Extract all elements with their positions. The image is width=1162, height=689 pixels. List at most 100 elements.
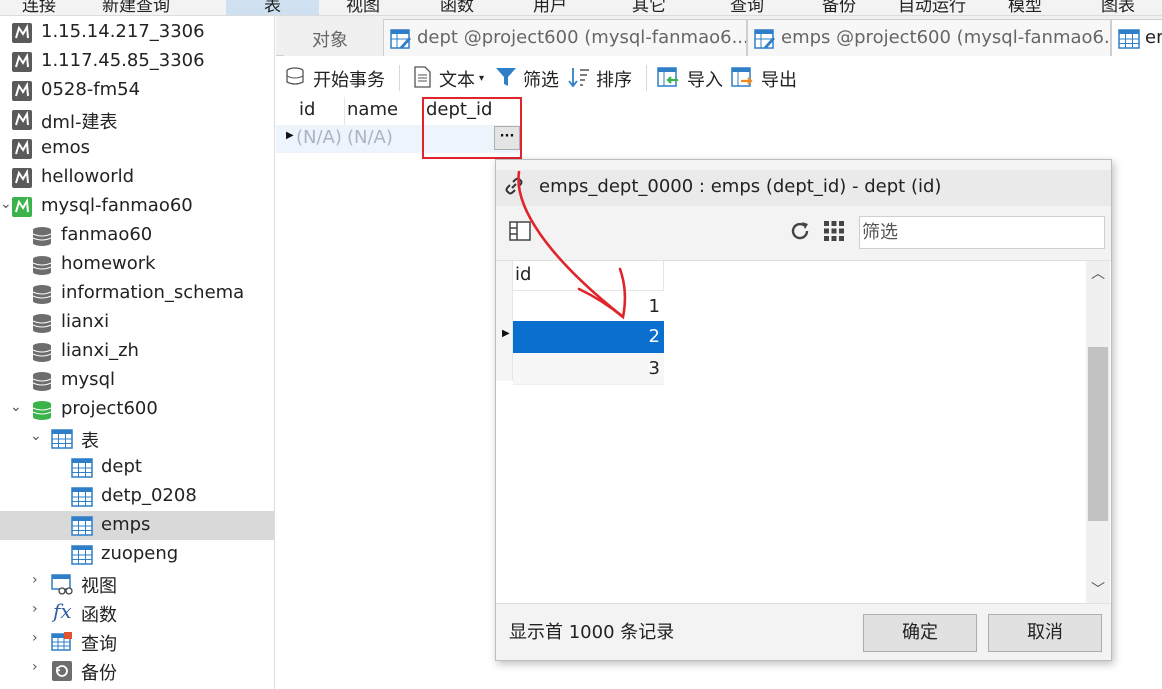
tree-views-group[interactable]: › 视图 [0, 569, 274, 598]
menu-table[interactable]: 表 [226, 0, 319, 15]
chevron-right-icon[interactable]: › [32, 659, 44, 675]
menu-function[interactable]: 函数 [440, 0, 474, 15]
list-item[interactable]: 3 [513, 353, 664, 385]
tree-database[interactable]: information_schema [0, 279, 274, 308]
scroll-up-icon[interactable]: ︿ [1091, 263, 1105, 283]
list-item-selected[interactable]: 2 [513, 321, 664, 353]
tree-connection-expanded[interactable]: ⌄ mysql-fanmao60 [0, 192, 274, 221]
tree-label: 函数 [81, 605, 117, 626]
database-icon [32, 285, 52, 304]
dialog-filter-input[interactable] [860, 217, 1100, 247]
tree-label: 1.117.45.85_3306 [41, 50, 205, 71]
tree-table[interactable]: zuopeng [0, 540, 274, 569]
menu-user[interactable]: 用户 [533, 0, 567, 15]
tab-objects[interactable]: 对象 [284, 19, 384, 56]
tree-connection[interactable]: 0528-fm54 [0, 76, 274, 105]
tab-emps-active[interactable]: em [1111, 19, 1162, 56]
chevron-down-icon[interactable]: ⌄ [30, 428, 42, 444]
column-header-id[interactable]: id [299, 99, 315, 127]
scroll-down-icon[interactable]: ﹀ [1091, 579, 1105, 599]
table-group-icon [51, 429, 73, 449]
mysql-connection-icon [12, 81, 32, 101]
column-layout-icon[interactable] [509, 220, 531, 242]
table-icon [71, 545, 93, 565]
tree-label: 0528-fm54 [41, 79, 141, 100]
toolbar-label: 开始事务 [313, 70, 385, 91]
column-header-name[interactable]: name [347, 99, 398, 127]
tree-connection[interactable]: 1.117.45.85_3306 [0, 47, 274, 76]
tab-bar: 对象 dept @project600 (mysql-fanmao6... em… [276, 16, 1162, 56]
tree-label: 备份 [81, 663, 117, 684]
tree-database[interactable]: lianxi_zh [0, 337, 274, 366]
tree-connection[interactable]: helloworld [0, 163, 274, 192]
list-header[interactable]: id [513, 261, 664, 291]
tree-database-expanded[interactable]: ⌄ project600 [0, 395, 274, 424]
vertical-scrollbar[interactable]: ︿ ﹀ [1086, 261, 1110, 603]
scrollbar-thumb[interactable] [1088, 347, 1108, 521]
dropdown-arrow-icon: ▾ [479, 73, 485, 84]
menu-connect[interactable]: 连接 [22, 0, 56, 15]
tree-backups-group[interactable]: › 备份 [0, 656, 274, 685]
database-icon [32, 343, 52, 362]
tree-functions-group[interactable]: › fx 函数 [0, 598, 274, 627]
dialog-filter-field[interactable] [859, 216, 1105, 249]
menu-automation[interactable]: 自动运行 [898, 0, 966, 15]
tree-table-selected[interactable]: emps [0, 511, 274, 540]
tree-table[interactable]: dept [0, 453, 274, 482]
menu-query[interactable]: 查询 [730, 0, 764, 15]
tab-emps-data[interactable]: emps @project600 (mysql-fanmao6... [747, 19, 1111, 56]
cell-id[interactable]: (N/A) [296, 127, 342, 155]
cell-name[interactable]: (N/A) [347, 127, 393, 155]
chevron-right-icon[interactable]: › [32, 601, 44, 617]
tree-database[interactable]: homework [0, 250, 274, 279]
table-icon [1118, 29, 1140, 49]
filter-button[interactable]: 筛选 [495, 65, 565, 91]
tree-table[interactable]: detp_0208 [0, 482, 274, 511]
tree-label: zuopeng [101, 543, 179, 564]
menu-model[interactable]: 模型 [1008, 0, 1042, 15]
toolbar-label: 导入 [687, 70, 723, 91]
chevron-right-icon[interactable]: › [32, 630, 44, 646]
export-button[interactable]: 导出 [731, 65, 799, 91]
ok-button[interactable]: 确定 [863, 614, 977, 652]
database-icon [32, 314, 52, 333]
tree-label: dept [101, 456, 142, 477]
mysql-connection-icon [12, 52, 32, 72]
cancel-button[interactable]: 取消 [988, 614, 1102, 652]
text-button[interactable]: 文本 ▾ [411, 65, 491, 91]
sort-button[interactable]: 排序 [568, 65, 638, 91]
export-icon [731, 67, 753, 87]
tree-label: mysql-fanmao60 [41, 195, 193, 216]
tree-tables-group[interactable]: ⌄ 表 [0, 424, 274, 453]
tree-label: project600 [61, 398, 158, 419]
record-count-text: 显示首 1000 条记录 [509, 622, 675, 643]
tree-connection[interactable]: dml-建表 [0, 105, 274, 134]
refresh-icon[interactable] [789, 220, 811, 242]
tree-queries-group[interactable]: › 查询 [0, 627, 274, 656]
chevron-down-icon[interactable]: ⌄ [10, 399, 22, 415]
menu-chart[interactable]: 图表 [1101, 0, 1135, 15]
query-icon [51, 632, 72, 651]
list-item[interactable]: 1 [513, 291, 664, 323]
chevron-right-icon[interactable]: › [32, 572, 44, 588]
id-list: id 1 2 ▶ 3 ︿ ﹀ [496, 260, 1111, 604]
menu-view[interactable]: 视图 [346, 0, 380, 15]
tree-database[interactable]: mysql [0, 366, 274, 395]
tree-database[interactable]: lianxi [0, 308, 274, 337]
tree-connection[interactable]: 1.15.14.217_3306 [0, 18, 274, 47]
tree-connection[interactable]: emos [0, 134, 274, 163]
menu-new-query[interactable]: 新建查询 [102, 0, 170, 15]
transaction-icon [286, 67, 304, 85]
menu-backup[interactable]: 备份 [822, 0, 856, 15]
tree-label: fanmao60 [61, 224, 153, 245]
tab-dept-data[interactable]: dept @project600 (mysql-fanmao6... [383, 19, 747, 56]
begin-transaction-button[interactable]: 开始事务 [285, 65, 390, 91]
database-active-icon [32, 401, 52, 420]
tree-label: dml-建表 [41, 112, 118, 133]
tree-database[interactable]: fanmao60 [0, 221, 274, 250]
import-button[interactable]: 导入 [657, 65, 725, 91]
grid-view-icon[interactable] [823, 220, 845, 242]
dialog-title: emps_dept_0000 : emps (dept_id) - dept (… [539, 176, 942, 197]
table-edit-icon [390, 29, 411, 49]
menu-other[interactable]: 其它 [632, 0, 666, 15]
